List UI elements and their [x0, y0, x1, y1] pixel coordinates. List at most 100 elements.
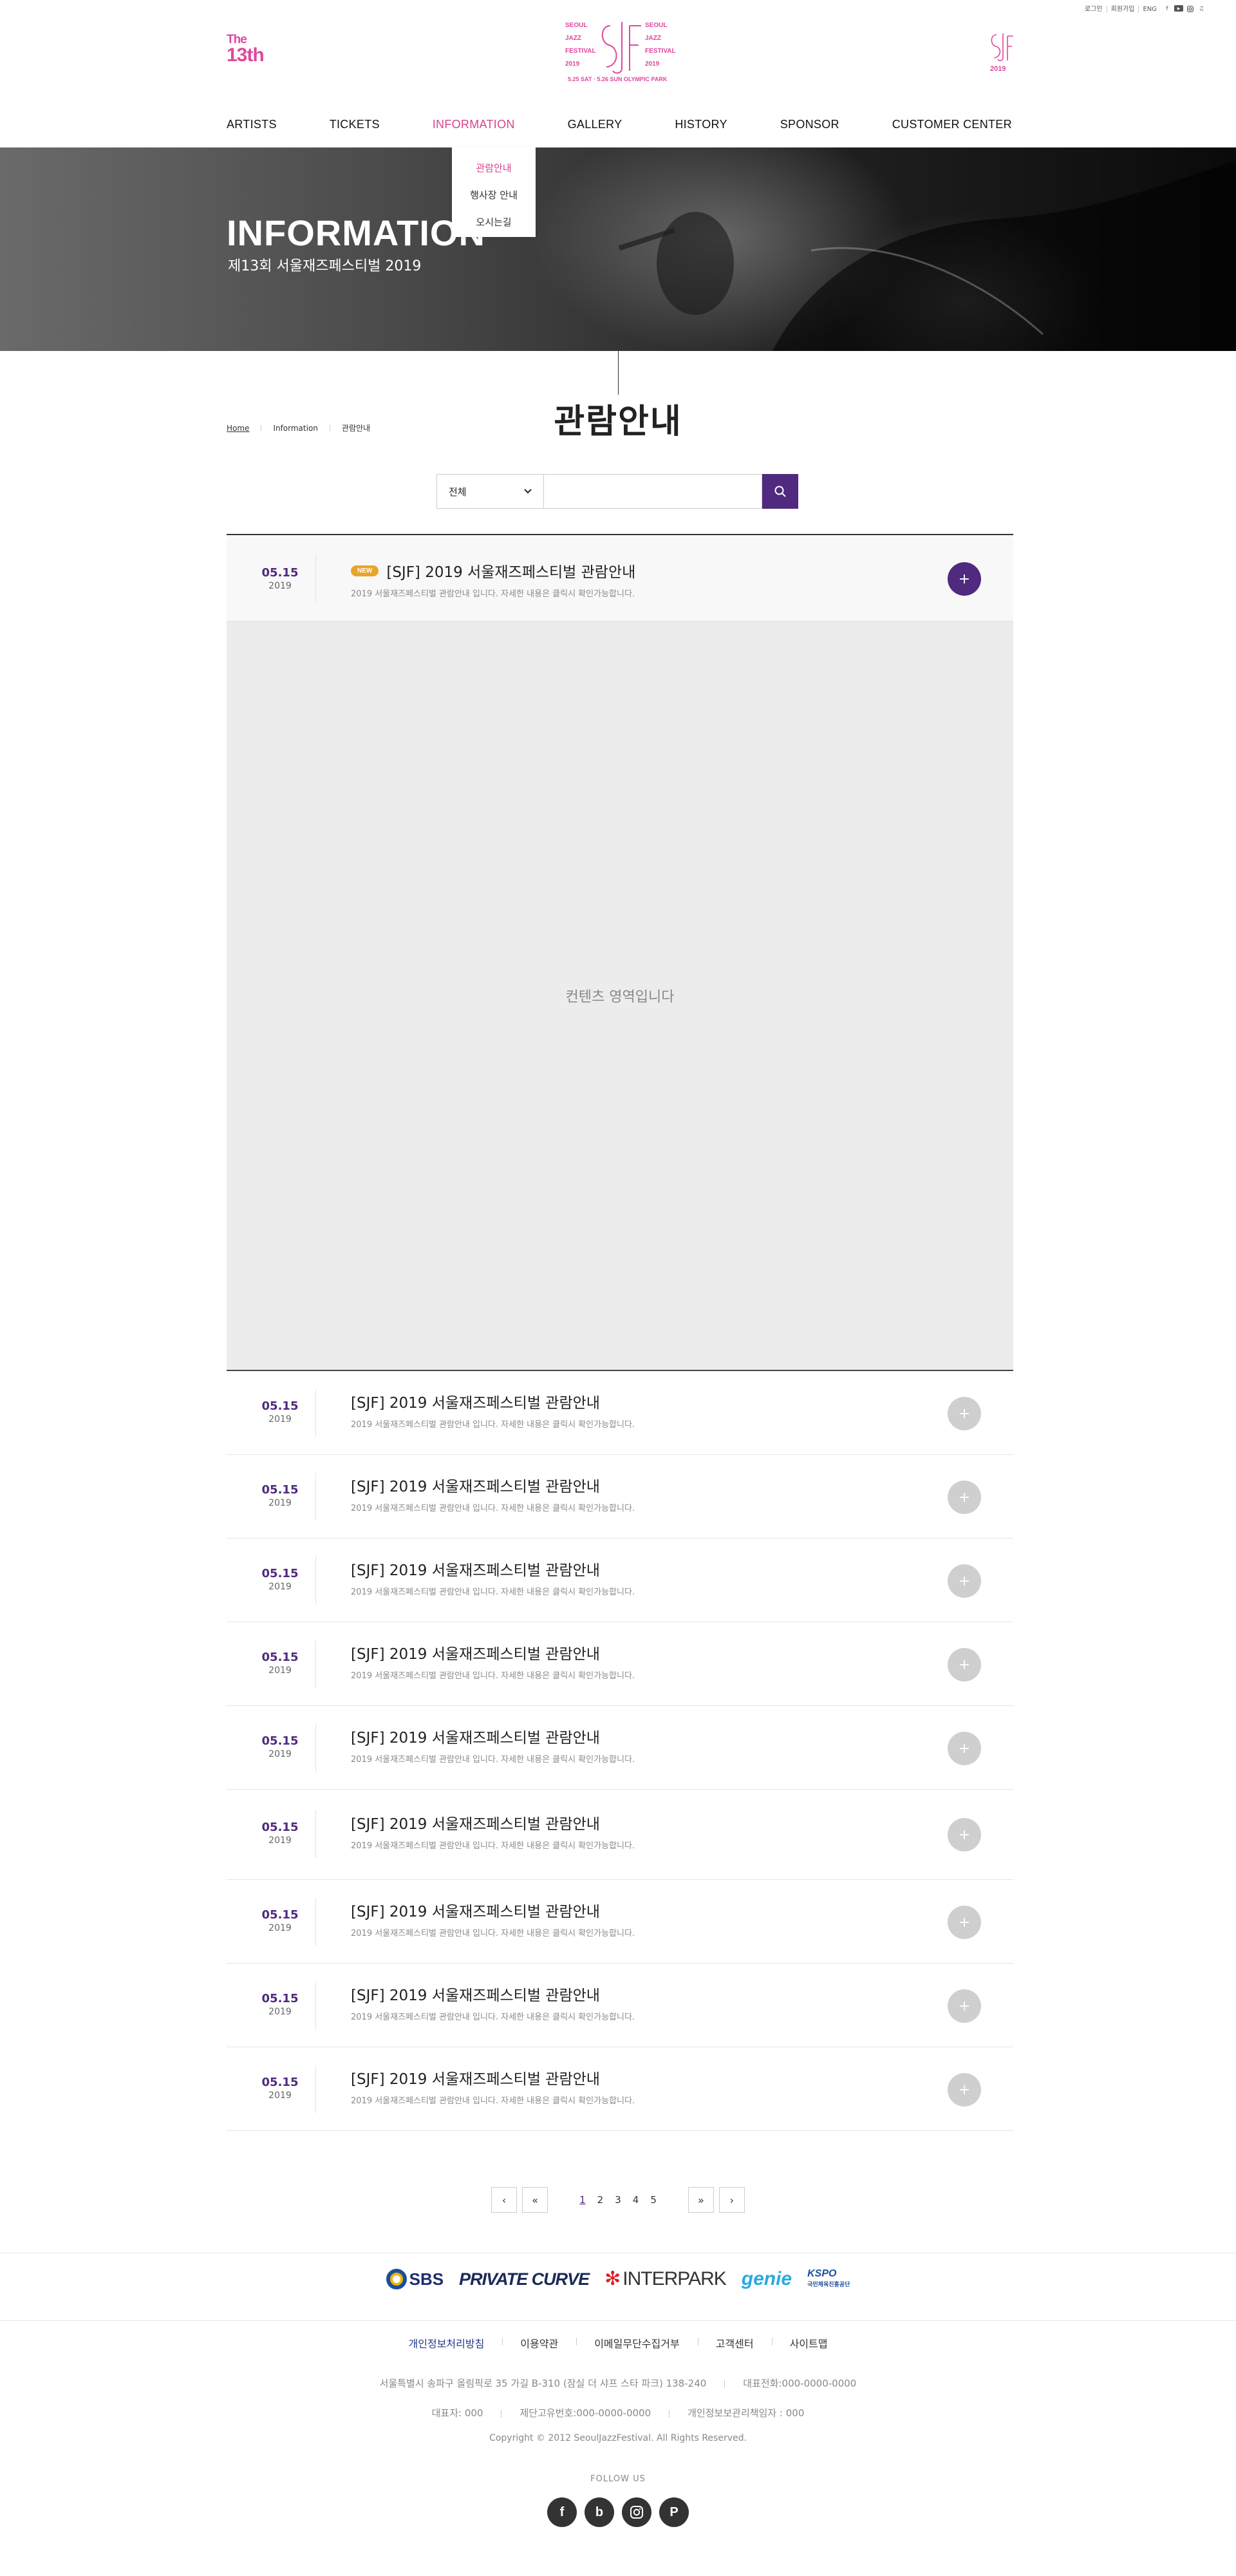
list-item[interactable]: 05.15 2019 [SJF] 2019 서울재즈페스티벌 관람안내 2019 …: [227, 1622, 1013, 1706]
item-divider: [315, 1557, 316, 1604]
item-title[interactable]: [SJF] 2019 서울재즈페스티벌 관람안내: [351, 1642, 600, 1663]
item-title[interactable]: [SJF] 2019 서울재즈페스티벌 관람안내: [351, 1899, 600, 1921]
page-number[interactable]: 1: [579, 2194, 586, 2206]
item-title-wrap: [SJF] 2019 서울재즈페스티벌 관람안내: [351, 1390, 600, 1412]
kspo-logo[interactable]: KSPO 국민체육진흥공단: [807, 2269, 850, 2289]
sitemap-link[interactable]: 사이트맵: [771, 2335, 846, 2351]
music-icon[interactable]: ♫: [1197, 5, 1205, 13]
customer-center-link[interactable]: 고객센터: [697, 2335, 772, 2351]
expand-button[interactable]: +: [948, 1989, 981, 2023]
item-title[interactable]: [SJF] 2019 서울재즈페스티벌 관람안내: [351, 2067, 600, 2088]
facebook-icon[interactable]: f: [547, 2497, 577, 2527]
expand-button[interactable]: +: [948, 1648, 981, 1681]
kspo-text: KSPO: [807, 2268, 837, 2279]
logo-letter-s: [601, 25, 617, 68]
item-title[interactable]: [SJF] 2019 서울재즈페스티벌 관람안내: [351, 1725, 600, 1747]
item-title[interactable]: [SJF] 2019 서울재즈페스티벌 관람안내: [351, 1812, 600, 1833]
genie-logo[interactable]: genie: [742, 2268, 792, 2290]
expand-button[interactable]: +: [948, 1906, 981, 1939]
dropdown-item-directions[interactable]: 오시는길: [452, 209, 536, 236]
list-item[interactable]: 05.15 2019 [SJF] 2019 서울재즈페스티벌 관람안내 2019 …: [227, 2047, 1013, 2131]
last-page-button[interactable]: »: [688, 2187, 714, 2213]
privacy-policy-link[interactable]: 개인정보처리방침: [391, 2335, 503, 2351]
expand-button[interactable]: +: [948, 1564, 981, 1598]
expand-button[interactable]: +: [948, 1732, 981, 1765]
item-title[interactable]: [SJF] 2019 서울재즈페스티벌 관람안내: [351, 1474, 600, 1496]
nav-history[interactable]: HISTORY: [675, 118, 727, 131]
expand-button[interactable]: +: [948, 2073, 981, 2107]
festival-logo[interactable]: SEOUL JAZZ FESTIVAL 2019 SEOUL JAZZ FEST…: [560, 17, 676, 93]
nav-sponsor[interactable]: SPONSOR: [780, 118, 839, 131]
hero-subtitle: 제13회 서울재즈페스티벌 2019: [228, 258, 422, 274]
blog-icon[interactable]: b: [585, 2497, 614, 2527]
search-input[interactable]: [543, 474, 762, 509]
lang-link[interactable]: ENG: [1139, 6, 1161, 13]
item-title-wrap: [SJF] 2019 서울재즈페스티벌 관람안내: [351, 1983, 600, 2005]
list-item-open[interactable]: 05.15 2019 NEW [SJF] 2019 서울재즈페스티벌 관람안내 …: [227, 535, 1013, 621]
item-month-day: 05.15: [261, 1651, 299, 1664]
dropdown-item-guide[interactable]: 관람안내: [452, 155, 536, 182]
item-month-day: 05.15: [261, 1821, 299, 1834]
page-number[interactable]: 2: [597, 2194, 604, 2206]
utility-sns: f ▶ ♫: [1163, 5, 1205, 13]
item-title[interactable]: [SJF] 2019 서울재즈페스티벌 관람안내: [351, 1983, 600, 2005]
email-refusal-link[interactable]: 이메일무단수집거부: [576, 2335, 697, 2351]
terms-link[interactable]: 이용약관: [502, 2335, 576, 2351]
item-date: 05.15 2019: [227, 1821, 333, 1846]
private-curve-logo[interactable]: PRIVATE CURVE: [459, 2269, 590, 2289]
expand-button[interactable]: +: [948, 1397, 981, 1430]
page-number[interactable]: 3: [615, 2194, 621, 2206]
nav-gallery[interactable]: GALLERY: [568, 118, 623, 131]
item-title[interactable]: [SJF] 2019 서울재즈페스티벌 관람안내: [351, 1390, 600, 1412]
nav-artists[interactable]: ARTISTS: [227, 118, 277, 131]
expand-button[interactable]: +: [948, 1481, 981, 1514]
nav-customer-center[interactable]: CUSTOMER CENTER: [892, 118, 1012, 131]
item-title[interactable]: [SJF] 2019 서울재즈페스티벌 관람안내: [386, 560, 635, 582]
dropdown-item-venue[interactable]: 행사장 안내: [452, 182, 536, 209]
search-category-select[interactable]: 전체: [436, 474, 543, 509]
list-item[interactable]: 05.15 2019 [SJF] 2019 서울재즈페스티벌 관람안내 2019 …: [227, 1706, 1013, 1790]
logo-left-3: FESTIVAL: [565, 48, 596, 55]
interpark-logo[interactable]: ✻ INTERPARK: [604, 2268, 727, 2290]
list-item[interactable]: 05.15 2019 [SJF] 2019 서울재즈페스티벌 관람안내 2019 …: [227, 1790, 1013, 1880]
footer-phone: 대표전화:000-0000-0000: [743, 2378, 857, 2389]
item-title-wrap: [SJF] 2019 서울재즈페스티벌 관람안내: [351, 1812, 600, 1833]
follow-us-label: FOLLOW US: [590, 2474, 646, 2484]
expand-button[interactable]: +: [948, 562, 981, 596]
page-number[interactable]: 5: [650, 2194, 657, 2206]
logo-date: 5.25 SAT · 5.26 SUN OLYMPIC PARK: [568, 76, 668, 82]
item-title[interactable]: [SJF] 2019 서울재즈페스티벌 관람안내: [351, 1558, 600, 1580]
list-item[interactable]: 05.15 2019 [SJF] 2019 서울재즈페스티벌 관람안내 2019 …: [227, 1964, 1013, 2047]
page-number[interactable]: 4: [633, 2194, 639, 2206]
pagination: ‹ « 1 2 3 4 5 » ›: [0, 2187, 1236, 2213]
instagram-icon[interactable]: [622, 2497, 651, 2527]
next-page-button[interactable]: ›: [718, 2187, 745, 2213]
list-item[interactable]: 05.15 2019 [SJF] 2019 서울재즈페스티벌 관람안내 2019 …: [227, 1455, 1013, 1539]
logo-left-2: JAZZ: [565, 35, 581, 42]
facebook-icon[interactable]: f: [1163, 5, 1171, 13]
instagram-icon[interactable]: [1186, 5, 1194, 13]
item-year: 2019: [268, 1923, 292, 1933]
login-link[interactable]: 로그인: [1081, 5, 1107, 13]
item-date: 05.15 2019: [227, 1734, 333, 1760]
first-page-button[interactable]: «: [522, 2187, 548, 2213]
main-nav: ARTISTS TICKETS INFORMATION GALLERY HIST…: [227, 118, 1012, 131]
join-link[interactable]: 회원가입: [1107, 5, 1139, 13]
utility-bar: 로그인 회원가입 ENG f ▶ ♫: [1081, 5, 1205, 13]
logo-left-1: SEOUL: [565, 22, 587, 29]
item-divider: [315, 1898, 316, 1946]
prev-page-button[interactable]: ‹: [491, 2187, 518, 2213]
list-item[interactable]: 05.15 2019 [SJF] 2019 서울재즈페스티벌 관람안내 2019 …: [227, 1539, 1013, 1622]
nav-information[interactable]: INFORMATION: [433, 118, 515, 131]
search-button[interactable]: [762, 474, 798, 509]
item-desc: 2019 서울재즈페스티벌 관람안내 입니다. 자세한 내용은 클릭시 확인가능…: [351, 1420, 635, 1430]
list-item[interactable]: 05.15 2019 [SJF] 2019 서울재즈페스티벌 관람안내 2019 …: [227, 1880, 1013, 1964]
post-icon[interactable]: P: [659, 2497, 689, 2527]
nav-tickets[interactable]: TICKETS: [330, 118, 380, 131]
thirteenth-logo[interactable]: The 13th: [227, 33, 285, 72]
expand-button[interactable]: +: [948, 1818, 981, 1852]
youtube-icon[interactable]: ▶: [1174, 5, 1183, 12]
item-year: 2019: [268, 1498, 292, 1508]
sbs-logo[interactable]: SBS: [386, 2269, 444, 2289]
list-item[interactable]: 05.15 2019 [SJF] 2019 서울재즈페스티벌 관람안내 2019 …: [227, 1371, 1013, 1455]
